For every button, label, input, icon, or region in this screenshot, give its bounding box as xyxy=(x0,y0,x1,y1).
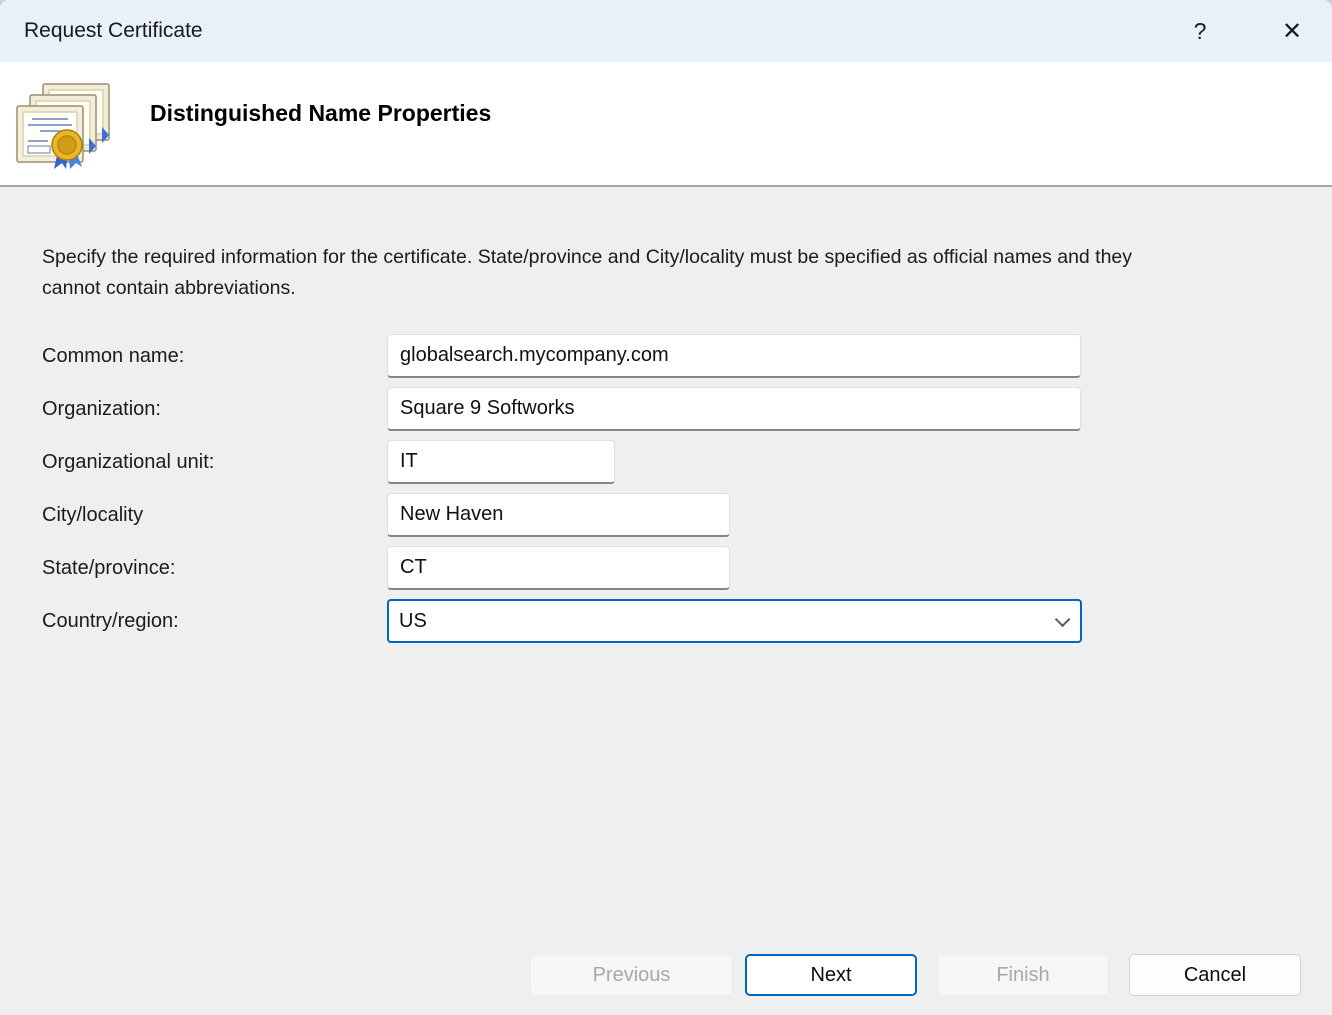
close-button[interactable]: ✕ xyxy=(1269,0,1315,62)
state-province-input[interactable] xyxy=(387,546,730,590)
certificate-form: Common name: Organization: Organizationa… xyxy=(42,334,1082,652)
help-button[interactable]: ? xyxy=(1177,0,1223,62)
form-row-country-region: Country/region: US xyxy=(42,599,1082,643)
city-locality-input[interactable] xyxy=(387,493,730,537)
organizational-unit-input[interactable] xyxy=(387,440,615,484)
cancel-button[interactable]: Cancel xyxy=(1129,954,1301,996)
country-region-label: Country/region: xyxy=(42,610,387,633)
form-row-common-name: Common name: xyxy=(42,334,1082,378)
form-row-organization: Organization: xyxy=(42,387,1082,431)
window-title: Request Certificate xyxy=(24,19,203,43)
finish-button[interactable]: Finish xyxy=(937,954,1109,996)
page-title: Distinguished Name Properties xyxy=(150,100,491,127)
organizational-unit-label: Organizational unit: xyxy=(42,451,387,474)
instructions-text: Specify the required information for the… xyxy=(42,242,1162,304)
header-divider xyxy=(0,185,1332,187)
titlebar: Request Certificate ? ✕ xyxy=(0,0,1332,62)
chevron-down-icon xyxy=(1055,611,1071,627)
certificates-icon xyxy=(14,83,112,171)
state-province-label: State/province: xyxy=(42,557,387,580)
common-name-label: Common name: xyxy=(42,345,387,368)
form-row-city-locality: City/locality xyxy=(42,493,1082,537)
city-locality-label: City/locality xyxy=(42,504,387,527)
form-row-organizational-unit: Organizational unit: xyxy=(42,440,1082,484)
request-certificate-dialog: Request Certificate ? ✕ xyxy=(0,0,1332,1015)
help-icon: ? xyxy=(1194,18,1207,45)
organization-label: Organization: xyxy=(42,398,387,421)
form-row-state-province: State/province: xyxy=(42,546,1082,590)
close-icon: ✕ xyxy=(1282,17,1302,46)
wizard-header: Distinguished Name Properties xyxy=(0,62,1332,185)
organization-input[interactable] xyxy=(387,387,1081,431)
common-name-input[interactable] xyxy=(387,334,1081,378)
country-region-dropdown[interactable]: US xyxy=(387,599,1082,643)
next-button[interactable]: Next xyxy=(745,954,917,996)
country-region-value: US xyxy=(399,610,427,633)
previous-button[interactable]: Previous xyxy=(530,954,733,996)
